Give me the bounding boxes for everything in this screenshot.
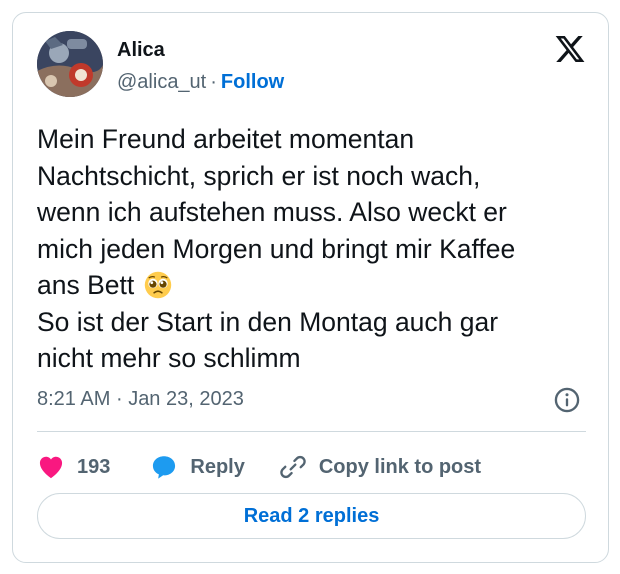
tweet-actions: 193 Reply Copy link to post — [37, 447, 481, 487]
link-icon — [280, 455, 306, 479]
reply-label: Reply — [190, 455, 245, 478]
info-icon[interactable] — [553, 386, 581, 414]
copy-link-label: Copy link to post — [318, 455, 482, 478]
tweet-line: nicht mehr so schlimm — [37, 343, 301, 373]
tweet-line: mich jeden Morgen und bringt mir Kaffee — [37, 233, 516, 264]
tweet-line: Mein Freund arbeitet momentan — [37, 124, 415, 154]
avatar-image — [37, 31, 103, 97]
x-logo-icon[interactable] — [553, 33, 587, 65]
heart-icon — [39, 456, 63, 479]
read-replies-button[interactable]: Read 2 replies — [37, 493, 586, 539]
author-handle-row: @alica_ut · Follow — [117, 71, 284, 94]
reply-button[interactable]: Reply — [150, 453, 245, 481]
tweet-date: Jan 23, 2023 — [128, 388, 244, 410]
avatar[interactable] — [37, 31, 103, 97]
tweet-card: Alica @alica_ut · Follow Mein Freund arbei… — [12, 12, 609, 563]
like-button[interactable]: 193 — [37, 453, 110, 481]
timestamp-separator: · — [115, 388, 123, 410]
tweet-line: wenn ich aufstehen muss. Also weckt er — [37, 197, 507, 227]
tweet-line: Nachtschicht, sprich er ist noch wach, — [37, 160, 481, 191]
copy-link-button[interactable]: Copy link to post — [279, 453, 481, 481]
tweet-line-with-emoji: ans Bett — [37, 267, 597, 304]
reply-bubble-icon — [153, 456, 176, 479]
divider — [37, 431, 586, 432]
tweet-time: 8:21 AM — [37, 388, 111, 410]
tweet-line: So ist der Start in den Montag auch gar — [37, 306, 499, 337]
tweet-text: Mein Freund arbeitet momentan Nachtschic… — [37, 121, 597, 377]
pleading-face-icon — [144, 271, 171, 299]
follow-button[interactable]: Follow — [221, 71, 284, 93]
tweet-line: ans Bett — [37, 270, 135, 300]
handle-separator: · — [210, 71, 217, 93]
author-handle[interactable]: @alica_ut — [117, 71, 206, 93]
author-name[interactable]: Alica — [117, 39, 165, 62]
tweet-timestamp[interactable]: 8:21 AM · Jan 23, 2023 — [37, 388, 244, 411]
likes-count: 193 — [77, 455, 111, 478]
